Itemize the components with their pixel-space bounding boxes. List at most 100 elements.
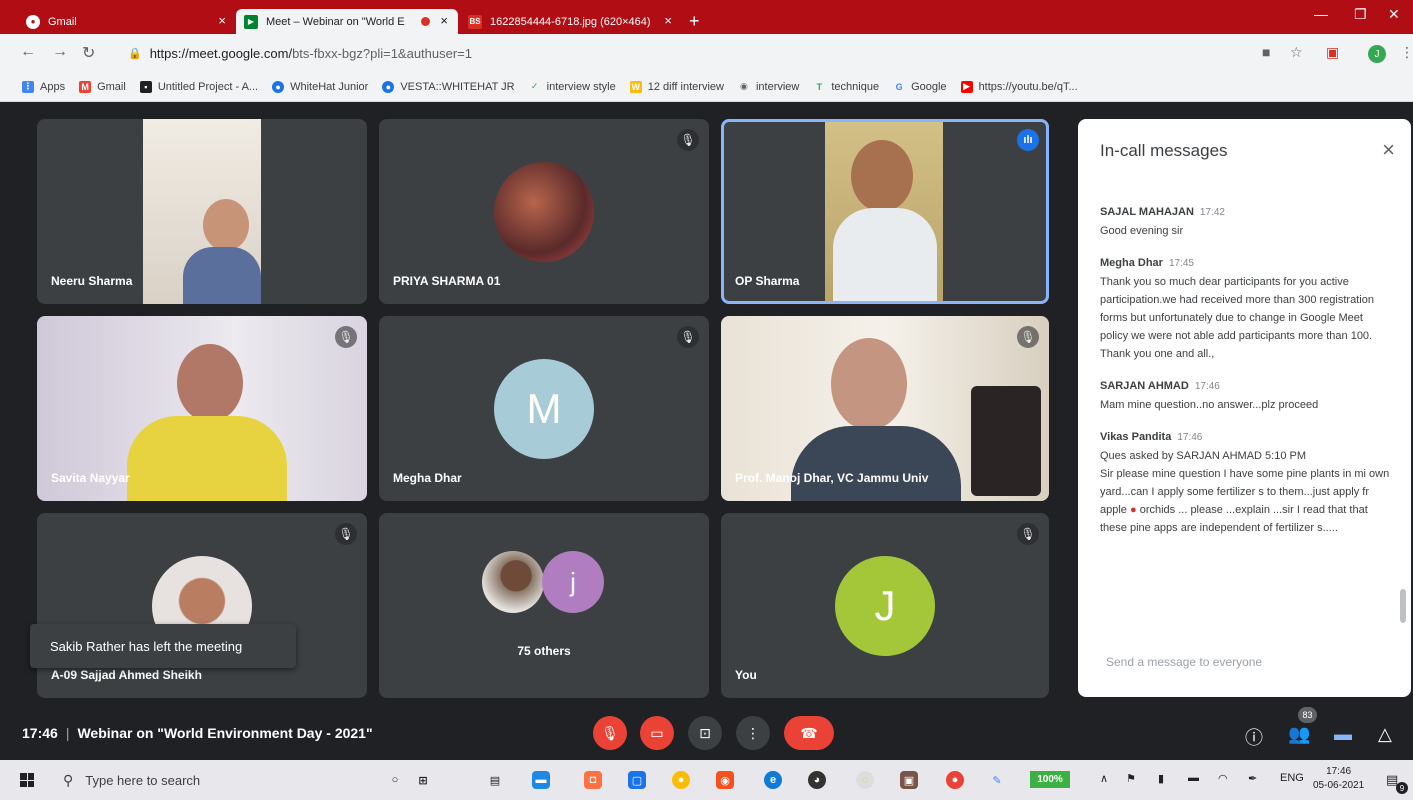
mic-off-icon: 🎙	[677, 129, 699, 151]
cortana-icon[interactable]: ○	[386, 771, 404, 789]
participant-video	[143, 119, 261, 304]
participant-tile-neeru[interactable]: Neeru Sharma	[37, 119, 367, 304]
address-bar-row: ← → ↻ 🔒 https://meet.google.com/ bts-fbx…	[0, 34, 1413, 72]
search-icon: ⚲	[63, 771, 74, 788]
mic-off-icon: 🎙	[601, 724, 619, 741]
close-tab-icon[interactable]: ×	[440, 13, 448, 28]
app-icon[interactable]: ◘	[584, 771, 602, 789]
chrome-taskbar-icon[interactable]: ●	[672, 771, 690, 789]
windows-start-icon[interactable]	[20, 773, 34, 787]
wifi-icon[interactable]: ◠	[1218, 772, 1228, 785]
app-icon[interactable]: ◕	[808, 771, 826, 789]
star-icon[interactable]: ☆	[1290, 44, 1303, 61]
back-arrow-icon[interactable]: ←	[20, 43, 36, 61]
bookmark-12-diff[interactable]: W 12 diff interview	[629, 80, 724, 93]
mic-icon[interactable]: ▮	[1158, 772, 1164, 785]
network-icon[interactable]: ⚑	[1126, 772, 1136, 785]
send-message-input[interactable]: Send a message to everyone	[1106, 655, 1262, 669]
close-tab-icon[interactable]: ×	[664, 13, 672, 28]
menu-dots-icon[interactable]: ⋮	[1400, 44, 1413, 61]
task-view-icon[interactable]: ⊞	[414, 771, 432, 789]
battery-indicator[interactable]: 100%	[1030, 771, 1070, 788]
close-tab-icon[interactable]: ×	[218, 13, 226, 28]
whitehat-icon: ●	[272, 80, 285, 93]
restore-icon[interactable]: ❐	[1354, 6, 1367, 23]
leave-call-button[interactable]: ☎	[784, 716, 834, 750]
mic-off-icon: 🎙	[1017, 523, 1039, 545]
chevron-up-icon[interactable]: ∧	[1100, 772, 1108, 785]
participant-tile-sajjad[interactable]: 🎙 A-09 Sajjad Ahmed Sheikh	[37, 513, 367, 698]
file-explorer-icon[interactable]: ▬	[532, 771, 550, 789]
participant-video	[825, 122, 943, 301]
tab-meet[interactable]: ▶ Meet – Webinar on "World E ×	[236, 9, 458, 34]
app-icon[interactable]: ▣	[900, 771, 918, 789]
edge-icon[interactable]: e	[764, 771, 782, 789]
tab-gmail[interactable]: ● Gmail ×	[18, 9, 236, 34]
more-dots-icon: ⋮	[746, 724, 760, 741]
activities-icon[interactable]: △	[1378, 724, 1392, 745]
mic-toggle-button[interactable]: 🎙	[593, 716, 627, 750]
reload-icon[interactable]: ↻	[82, 43, 95, 63]
bookmark-whitehat[interactable]: ● WhiteHat Junior	[272, 80, 369, 93]
language-indicator[interactable]: ENG	[1280, 772, 1304, 784]
bookmark-interview[interactable]: ◉ interview	[738, 81, 799, 93]
recording-dot-icon	[421, 17, 430, 26]
close-window-icon[interactable]: ✕	[1388, 6, 1400, 23]
bookmark-apps[interactable]: ⋮ Apps	[22, 80, 65, 93]
app-icon[interactable]: ✎	[988, 771, 1006, 789]
battery-icon[interactable]: ▬	[1188, 772, 1199, 784]
participant-tile-others[interactable]: j 75 others	[379, 513, 709, 698]
info-icon[interactable]: ⓘ	[1245, 724, 1263, 750]
app-icon[interactable]: ▢	[628, 771, 646, 789]
participant-tile-savita[interactable]: 🎙 Savita Nayyar	[37, 316, 367, 501]
participant-tile-op[interactable]: ılı OP Sharma	[721, 119, 1049, 304]
notification-badge: 9	[1396, 782, 1408, 794]
profile-avatar[interactable]: J	[1368, 45, 1386, 63]
tab-image[interactable]: BS 1622854444-6718.jpg (620×464) ×	[460, 9, 682, 34]
bookmark-label: Google	[911, 80, 947, 93]
apps-grid-icon: ⋮	[22, 80, 34, 93]
bookmark-gmail[interactable]: M Gmail	[79, 80, 126, 93]
chat-icon[interactable]: ▬	[1334, 724, 1352, 745]
close-icon[interactable]: ×	[1382, 137, 1395, 163]
list-item: Vikas Pandita 17:46 Ques asked by SARJAN …	[1100, 428, 1390, 537]
message-list: SAJAL MAHAJAN 17:42 Good evening sir Megh…	[1100, 203, 1390, 551]
list-item: SAJAL MAHAJAN 17:42 Good evening sir	[1100, 203, 1390, 240]
bookmark-label: 12 diff interview	[647, 80, 724, 93]
forward-arrow-icon[interactable]: →	[52, 43, 68, 61]
bookmark-project[interactable]: ▪ Untitled Project - A...	[139, 80, 258, 93]
message-sender: SARJAN AHMAD	[1100, 380, 1189, 392]
bookmark-youtube[interactable]: ▶ https://youtu.be/qT...	[960, 80, 1078, 93]
minimize-icon[interactable]: —	[1314, 6, 1328, 22]
app-icon[interactable]: ◌	[856, 771, 874, 789]
mic-off-icon: 🎙	[1017, 326, 1039, 348]
taskbar-search[interactable]: ⚲ Type here to search	[55, 764, 355, 796]
store-icon[interactable]: ▤	[486, 771, 504, 789]
pen-icon[interactable]: ✒	[1248, 772, 1257, 785]
new-tab-button[interactable]: +	[689, 11, 700, 32]
bookmark-label: WhiteHat Junior	[290, 80, 369, 93]
participant-tile-you[interactable]: 🎙 J You	[721, 513, 1049, 698]
people-icon[interactable]: 👥	[1288, 724, 1310, 745]
participant-name: OP Sharma	[735, 274, 800, 288]
bookmark-vesta[interactable]: ● VESTA::WHITEHAT JR	[382, 80, 515, 93]
camera-icon[interactable]: ■	[1262, 44, 1270, 60]
url-bar[interactable]: 🔒 https://meet.google.com/ bts-fbxx-bgz?…	[120, 40, 1240, 66]
camera-toggle-button[interactable]: ▭	[640, 716, 674, 750]
chrome-icon[interactable]: ●	[946, 771, 964, 789]
more-options-button[interactable]: ⋮	[736, 716, 770, 750]
app-icon[interactable]: ◉	[716, 771, 734, 789]
participant-tile-megha[interactable]: 🎙 M Megha Dhar	[379, 316, 709, 501]
bookmark-google[interactable]: G Google	[893, 80, 947, 93]
bookmark-interview-style[interactable]: ✓ interview style	[529, 81, 616, 93]
participant-tile-manoj[interactable]: 🎙 Prof. Manoj Dhar, VC Jammu Univ	[721, 316, 1049, 501]
present-button[interactable]: ⊡	[688, 716, 722, 750]
scrollbar[interactable]	[1400, 589, 1406, 623]
search-placeholder: Type here to search	[85, 772, 201, 788]
bookmark-technique[interactable]: Ttechnique	[813, 81, 879, 93]
system-clock[interactable]: 17:46 05-06-2021	[1313, 765, 1364, 793]
others-count-label: 75 others	[517, 644, 571, 658]
extension-icon[interactable]: ▣	[1326, 44, 1339, 61]
avatar: J	[835, 556, 935, 656]
participant-tile-priya[interactable]: 🎙 PRIYA SHARMA 01	[379, 119, 709, 304]
